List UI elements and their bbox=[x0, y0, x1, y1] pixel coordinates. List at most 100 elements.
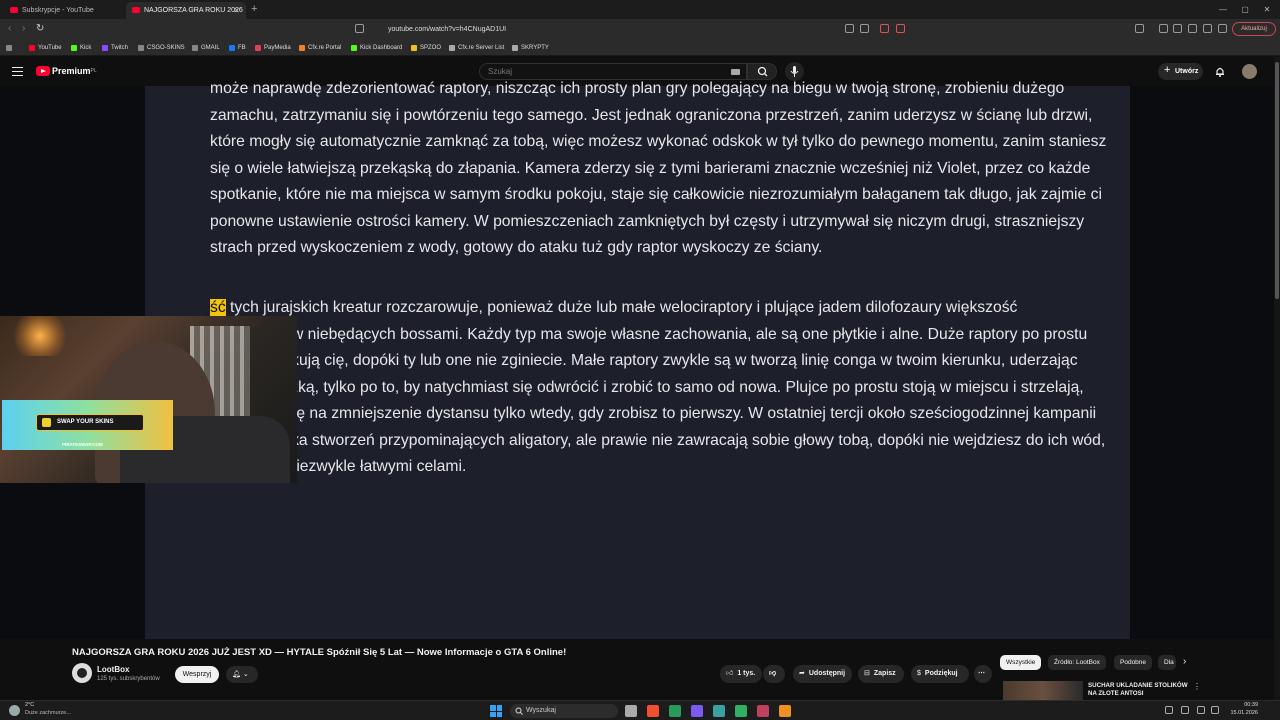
bookmark-cfx-server-list[interactable]: Cfx.re Server List bbox=[448, 43, 504, 53]
related-video-title[interactable]: SUCHAR UKLADANIE STOLIKÓW NA ZŁOTE ANTOS… bbox=[1088, 682, 1188, 698]
sponsor-cta: SWAP YOUR SKINS bbox=[36, 414, 144, 431]
tray-chevron-icon[interactable] bbox=[1165, 706, 1173, 714]
video-metadata: NAJGORSZA GRA ROKU 2026 JUŻ JEST XD — HY… bbox=[0, 639, 1280, 700]
dislike-button[interactable]: 👎︎ bbox=[763, 665, 785, 683]
menu-icon[interactable] bbox=[12, 64, 23, 78]
bookmark-twitch[interactable]: Twitch bbox=[101, 43, 128, 53]
update-button[interactable]: Aktualizuj bbox=[1232, 22, 1276, 36]
network-icon[interactable] bbox=[1197, 706, 1205, 714]
thanks-button[interactable]: $ Podziękuj bbox=[911, 665, 969, 683]
page-scrollbar[interactable] bbox=[1274, 57, 1280, 700]
downloads-icon[interactable] bbox=[1188, 24, 1197, 33]
keyboard-icon[interactable] bbox=[731, 69, 740, 75]
account-avatar[interactable] bbox=[1242, 64, 1257, 79]
video-title: NAJGORSZA GRA ROKU 2026 JUŻ JEST XD — HY… bbox=[72, 647, 567, 658]
reload-icon[interactable]: ↻ bbox=[36, 22, 44, 36]
maximize-button[interactable]: ▢ bbox=[1234, 2, 1256, 17]
bell-icon: 🔔︎ bbox=[232, 671, 241, 678]
extension-icon[interactable] bbox=[1135, 24, 1144, 33]
brave-browser-icon[interactable] bbox=[647, 705, 659, 717]
youtube-play-icon bbox=[36, 66, 50, 76]
minimize-button[interactable]: — bbox=[1212, 2, 1234, 17]
rewards-icon[interactable] bbox=[896, 24, 905, 33]
bookmark-skrypty[interactable]: SKRYPTY bbox=[511, 43, 549, 53]
channel-avatar[interactable] bbox=[72, 663, 92, 683]
search-icon bbox=[515, 707, 523, 715]
shield-icon[interactable] bbox=[880, 24, 889, 33]
bookmark-spzoo[interactable]: SPZOO bbox=[410, 43, 441, 53]
media-app-icon[interactable] bbox=[757, 705, 769, 717]
bookmark-paymedia[interactable]: PayMedia bbox=[254, 43, 291, 53]
notifications-bell-icon[interactable] bbox=[1215, 66, 1225, 77]
xbox-icon[interactable] bbox=[669, 705, 681, 717]
bookmark-page-icon[interactable] bbox=[355, 24, 364, 33]
browser-toolbar: ‹ › ↻ youtube.com/watch?v=h4CNugAD1UI Ak… bbox=[0, 19, 1280, 40]
wallet-icon[interactable] bbox=[1203, 24, 1212, 33]
chip-for-you[interactable]: Dla bbox=[1158, 655, 1176, 670]
article-paragraph: ść tych jurajskich kreatur rozczarowuje,… bbox=[210, 299, 1106, 475]
bookmark-youtube[interactable]: YouTube bbox=[28, 43, 62, 53]
bookmark-cfx-portal[interactable]: Cfx.re Portal bbox=[298, 43, 341, 53]
screenshot-icon[interactable] bbox=[845, 24, 854, 33]
create-button[interactable]: Utwórz bbox=[1158, 62, 1203, 80]
windows-start-icon[interactable] bbox=[490, 705, 502, 717]
clock-date[interactable]: 15.01.2026 bbox=[1222, 710, 1258, 716]
bookmark-fb[interactable]: FB bbox=[228, 43, 246, 53]
app-icon[interactable] bbox=[713, 705, 725, 717]
share-button[interactable]: ➦ Udostępnij bbox=[793, 665, 852, 683]
bookmark-csgo-skins[interactable]: CSGO-SKINS bbox=[137, 43, 185, 53]
share-icon: ➦ bbox=[799, 670, 805, 677]
channel-name[interactable]: LootBox bbox=[97, 665, 129, 674]
address-field[interactable]: youtube.com/watch?v=h4CNugAD1UI bbox=[370, 22, 910, 37]
close-tab-icon[interactable]: ✕ bbox=[233, 2, 240, 19]
weather-description[interactable]: Duże zachmurze... bbox=[25, 710, 71, 716]
bookmark-kick[interactable]: Kick bbox=[70, 43, 91, 53]
windows-taskbar: 2°C Duże zachmurze... Wyszukaj 00:39 15.… bbox=[0, 700, 1280, 720]
support-button[interactable]: Wesprzyj bbox=[175, 666, 219, 683]
music-icon[interactable] bbox=[1159, 24, 1168, 33]
vpn-icon[interactable] bbox=[1218, 24, 1227, 33]
tray-app-icon[interactable] bbox=[1181, 706, 1189, 714]
subscriber-count: 125 tys. subskrybentów bbox=[97, 676, 160, 682]
youtube-logo[interactable]: PremiumPL bbox=[36, 65, 97, 77]
video-player[interactable]: może naprawdę zdezorientować raptory, ni… bbox=[0, 80, 1280, 639]
more-actions-button[interactable]: ⋯ bbox=[974, 665, 992, 683]
share-page-icon[interactable] bbox=[860, 24, 869, 33]
spreadsheet-icon[interactable] bbox=[735, 705, 747, 717]
youtube-favicon-icon bbox=[132, 7, 140, 13]
tab-subscriptions[interactable]: Subskrypcje - YouTube bbox=[4, 2, 122, 19]
like-button[interactable]: 👍︎ 1 tys. bbox=[720, 665, 762, 683]
forward-icon[interactable]: › bbox=[22, 22, 25, 36]
taskbar-search[interactable]: Wyszukaj bbox=[510, 704, 618, 718]
chip-source[interactable]: Źródło: LootBox bbox=[1048, 655, 1106, 670]
file-explorer-icon[interactable] bbox=[625, 705, 637, 717]
sidebar-icon[interactable] bbox=[1173, 24, 1182, 33]
thanks-icon: $ bbox=[917, 670, 921, 677]
youtube-favicon-icon bbox=[10, 7, 18, 13]
tab-current-video[interactable]: NAJGORSZA GRA ROKU 2026 ✕ bbox=[126, 2, 246, 19]
clock-time[interactable]: 00:39 bbox=[1226, 702, 1258, 708]
close-window-button[interactable]: ✕ bbox=[1256, 2, 1278, 17]
weather-temperature[interactable]: 2°C bbox=[25, 702, 34, 708]
back-icon[interactable]: ‹ bbox=[8, 22, 11, 36]
sponsor-url: PIRATESWAP.COM bbox=[62, 442, 103, 447]
related-video-thumbnail[interactable] bbox=[1003, 681, 1083, 700]
chip-all[interactable]: Wszystkie bbox=[1000, 655, 1042, 670]
streaming-app-icon[interactable] bbox=[779, 705, 791, 717]
thumbs-up-icon: 👍︎ bbox=[726, 670, 734, 677]
more-vertical-icon[interactable]: ⋮ bbox=[1193, 682, 1201, 691]
new-tab-button[interactable]: + bbox=[251, 2, 257, 17]
bookmark-kick-dashboard[interactable]: Kick Dashboard bbox=[350, 43, 402, 53]
save-button[interactable]: ⊟ Zapisz bbox=[858, 665, 904, 683]
thumbs-down-icon: 👎︎ bbox=[769, 670, 777, 677]
weather-icon[interactable] bbox=[9, 705, 20, 716]
bookmark-gmail[interactable]: GMAIL bbox=[191, 43, 220, 53]
browser-tab-bar: Subskrypcje - YouTube NAJGORSZA GRA ROKU… bbox=[0, 0, 1280, 19]
discord-icon[interactable] bbox=[691, 705, 703, 717]
volume-icon[interactable] bbox=[1211, 706, 1219, 714]
sponsor-banner: SWAP YOUR SKINS PIRATESWAP.COM bbox=[2, 400, 173, 450]
chip-similar[interactable]: Podobne bbox=[1114, 655, 1153, 670]
chevron-right-icon[interactable]: › bbox=[1183, 656, 1186, 667]
more-icon: ⋯ bbox=[978, 670, 985, 677]
notifications-button[interactable]: 🔔︎ ⌄ bbox=[226, 666, 258, 683]
